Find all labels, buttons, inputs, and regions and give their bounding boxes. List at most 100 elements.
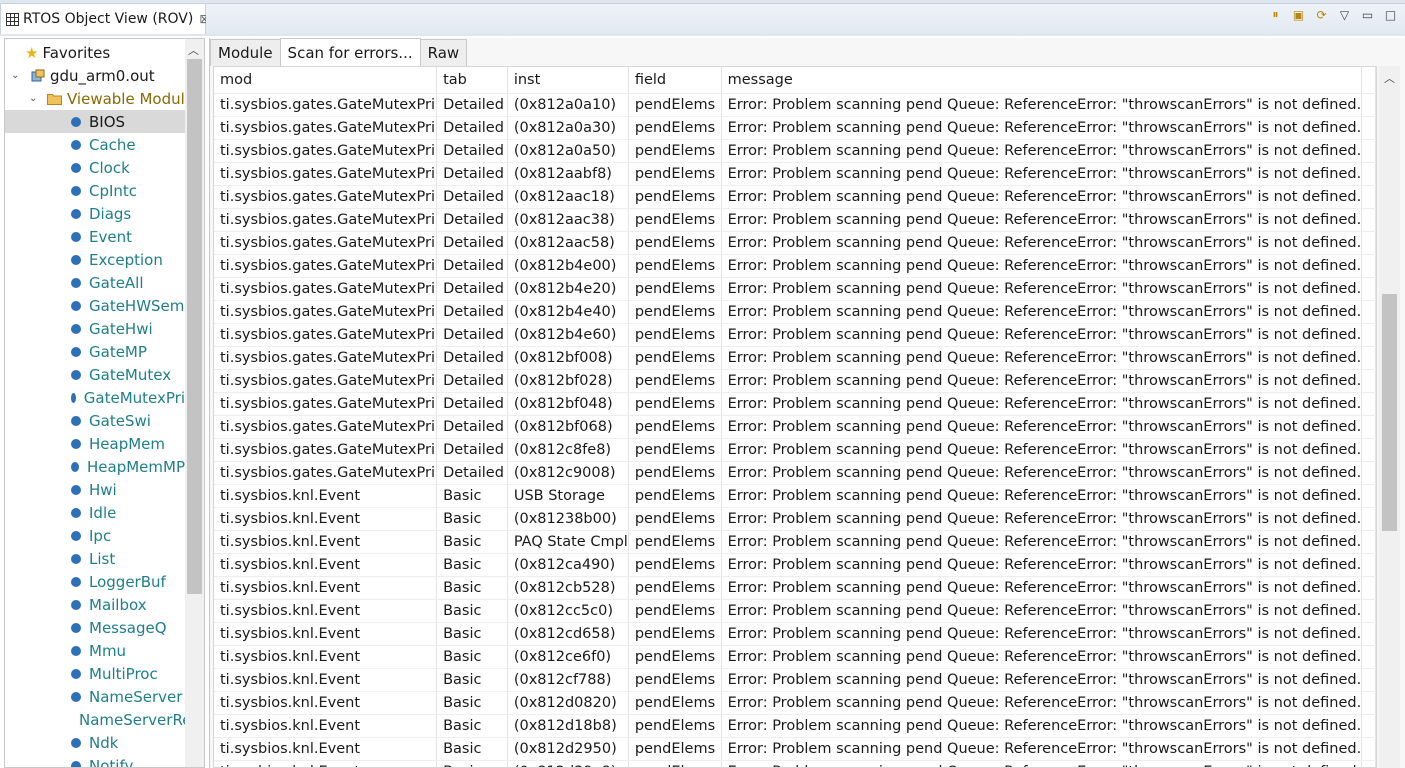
module-dot-icon: [71, 323, 81, 334]
column-header-inst[interactable]: inst: [507, 67, 629, 94]
table-scroll-thumb[interactable]: [1382, 294, 1397, 531]
tab-raw[interactable]: Raw: [419, 39, 468, 66]
table-cell-tab: Basic: [436, 691, 508, 715]
table-cell-mod: ti.sysbios.knl.Event: [214, 645, 438, 669]
tree-item-module[interactable]: MultiProc: [5, 662, 185, 685]
tree-item-module[interactable]: Notify: [5, 754, 185, 767]
tree-item-module[interactable]: CpIntc: [5, 179, 185, 202]
column-header-field[interactable]: field: [628, 67, 722, 94]
module-label: BIOS: [89, 112, 126, 131]
tree-item-module[interactable]: Cache: [5, 133, 185, 156]
table-cell-mod: ti.sysbios.gates.GateMutexPri: [214, 139, 438, 163]
table-row[interactable]: ti.sysbios.gates.GateMutexPri Detailed (0x…: [214, 300, 1376, 324]
tree-item-module[interactable]: HeapMem: [5, 432, 185, 455]
tree-item-module[interactable]: HeapMemMP: [5, 455, 185, 478]
table-row[interactable]: ti.sysbios.knl.Event Basic (0x812d18b8) pen…: [214, 714, 1376, 738]
table-cell-tab: Basic: [436, 737, 508, 761]
tab-scan-for-errors[interactable]: Scan for errors...: [279, 38, 421, 66]
tree-item-module[interactable]: GateSwi: [5, 409, 185, 432]
tree-item-module[interactable]: LoggerBuf: [5, 570, 185, 593]
tree-item-module[interactable]: Ndk: [5, 731, 185, 754]
sync-icon[interactable]: ⟳: [1313, 6, 1330, 23]
tree-item-module[interactable]: Hwi: [5, 478, 185, 501]
table-row[interactable]: ti.sysbios.gates.GateMutexPri Detailed (0x…: [214, 93, 1376, 117]
table-row[interactable]: ti.sysbios.gates.GateMutexPri Detailed (0x…: [214, 461, 1376, 485]
tree-item-module[interactable]: Mmu: [5, 639, 185, 662]
pause-icon[interactable]: ⏸: [1267, 6, 1284, 23]
column-header-mod[interactable]: mod: [214, 67, 438, 94]
table-row[interactable]: ti.sysbios.gates.GateMutexPri Detailed (0x…: [214, 369, 1376, 393]
tree-item-module[interactable]: Clock: [5, 156, 185, 179]
tree-item-module[interactable]: Ipc: [5, 524, 185, 547]
column-header-message[interactable]: message: [721, 67, 1363, 94]
table-row[interactable]: ti.sysbios.gates.GateMutexPri Detailed (0x…: [214, 162, 1376, 186]
table-row[interactable]: ti.sysbios.knl.Event Basic (0x81238b00) pen…: [214, 507, 1376, 531]
tree-item-module[interactable]: GateMP: [5, 340, 185, 363]
table-cell-inst: (0x812aabf8): [507, 162, 629, 186]
tree-item-module[interactable]: GateMutexPri: [5, 386, 185, 409]
table-scrollbar[interactable]: ︿: [1379, 66, 1400, 768]
errors-table: mod tab inst field message ti.sysbios.gates.…: [213, 66, 1377, 768]
table-cell-tab: Detailed: [436, 162, 508, 186]
table-row[interactable]: ti.sysbios.gates.GateMutexPri Detailed (0x…: [214, 438, 1376, 462]
table-row[interactable]: ti.sysbios.knl.Event Basic (0x812cc5c0) pen…: [214, 599, 1376, 623]
table-row[interactable]: ti.sysbios.knl.Event Basic (0x812cf788) pen…: [214, 668, 1376, 692]
table-row[interactable]: ti.sysbios.knl.Event Basic (0x812cd658) pen…: [214, 622, 1376, 646]
table-cell-field: pendElems: [628, 691, 722, 715]
tree-item-module[interactable]: GateHwi: [5, 317, 185, 340]
table-row[interactable]: ti.sysbios.knl.Event Basic (0x812ce6f0) pen…: [214, 645, 1376, 669]
table-row[interactable]: ti.sysbios.gates.GateMutexPri Detailed (0x…: [214, 116, 1376, 140]
table-row[interactable]: ti.sysbios.gates.GateMutexPri Detailed (0x…: [214, 415, 1376, 439]
table-row[interactable]: ti.sysbios.knl.Event Basic (0x812d0820) pen…: [214, 691, 1376, 715]
module-label: GateMP: [89, 342, 147, 361]
table-row[interactable]: ti.sysbios.knl.Event Basic (0x812d2950) pen…: [214, 737, 1376, 761]
tree-item-module[interactable]: BIOS: [5, 110, 185, 133]
tree-item-module[interactable]: Event: [5, 225, 185, 248]
maximize-icon[interactable]: □: [1382, 6, 1399, 23]
table-cell-message: Error: Problem scanning pend Queue: Refe…: [721, 576, 1363, 600]
view-menu-icon[interactable]: ▽: [1336, 6, 1353, 23]
tree-item-module[interactable]: GateMutex: [5, 363, 185, 386]
table-row[interactable]: ti.sysbios.gates.GateMutexPri Detailed (0x…: [214, 254, 1376, 278]
tree-item-module[interactable]: Idle: [5, 501, 185, 524]
minimize-icon[interactable]: ▭: [1359, 6, 1376, 23]
table-row[interactable]: ti.sysbios.gates.GateMutexPri Detailed (0x…: [214, 231, 1376, 255]
table-row[interactable]: ti.sysbios.gates.GateMutexPri Detailed (0x…: [214, 139, 1376, 163]
table-row[interactable]: ti.sysbios.gates.GateMutexPri Detailed (0x…: [214, 346, 1376, 370]
table-row[interactable]: ti.sysbios.knl.Event Basic (0x812cb528) pen…: [214, 576, 1376, 600]
table-row[interactable]: ti.sysbios.knl.Event Basic (0x812ca490) pen…: [214, 553, 1376, 577]
tree-item-module[interactable]: NameServer: [5, 685, 185, 708]
scroll-up-icon[interactable]: ︿: [1384, 70, 1395, 86]
table-row[interactable]: ti.sysbios.knl.Event Basic USB Storage pend…: [214, 484, 1376, 508]
tree-item-module[interactable]: List: [5, 547, 185, 570]
table-row[interactable]: ti.sysbios.gates.GateMutexPri Detailed (0x…: [214, 185, 1376, 209]
tree-item-module[interactable]: Mailbox: [5, 593, 185, 616]
tree-scrollbar[interactable]: ︿: [185, 39, 204, 767]
table-row[interactable]: ti.sysbios.gates.GateMutexPri Detailed (0x…: [214, 277, 1376, 301]
column-header-tab[interactable]: tab: [436, 67, 508, 94]
module-dot-icon: [71, 438, 81, 449]
scroll-up-icon[interactable]: ︿: [188, 42, 199, 58]
table-row[interactable]: ti.sysbios.gates.GateMutexPri Detailed (0x…: [214, 323, 1376, 347]
tree-item-module[interactable]: MessageQ: [5, 616, 185, 639]
tree-item-module[interactable]: NameServerRemote: [5, 708, 204, 731]
table-row[interactable]: ti.sysbios.knl.Event Basic PAQ State Cmpl p…: [214, 530, 1376, 554]
table-row[interactable]: ti.sysbios.gates.GateMutexPri Detailed (0x…: [214, 208, 1376, 232]
chevron-down-icon[interactable]: ⌄: [29, 93, 41, 104]
tree-item-favorites[interactable]: ★ Favorites: [25, 41, 110, 64]
view-tabbar-background: [206, 3, 1405, 34]
tree-item-module[interactable]: GateAll: [5, 271, 185, 294]
table-row[interactable]: ti.sysbios.gates.GateMutexPri Detailed (0x…: [214, 392, 1376, 416]
tree-item-module[interactable]: Exception: [5, 248, 185, 271]
tree-item-viewable-modules[interactable]: ⌄ Viewable Modules: [29, 87, 202, 110]
table-row[interactable]: ti.sysbios.knl.EventBasic(0x812d39e8)pen…: [214, 760, 1376, 767]
table-cell-tab: Detailed: [436, 392, 508, 416]
tab-module[interactable]: Module: [210, 39, 281, 66]
tree-item-root[interactable]: ⌄ gdu_arm0.out: [11, 64, 155, 87]
view-tab-rov[interactable]: RTOS Object View (ROV) ⊠: [0, 3, 209, 34]
refresh-view-icon[interactable]: ▣: [1290, 6, 1307, 23]
chevron-down-icon[interactable]: ⌄: [11, 70, 23, 81]
tree-item-module[interactable]: Diags: [5, 202, 185, 225]
tree-scroll-thumb[interactable]: [187, 59, 202, 594]
tree-item-module[interactable]: GateHWSem: [5, 294, 185, 317]
